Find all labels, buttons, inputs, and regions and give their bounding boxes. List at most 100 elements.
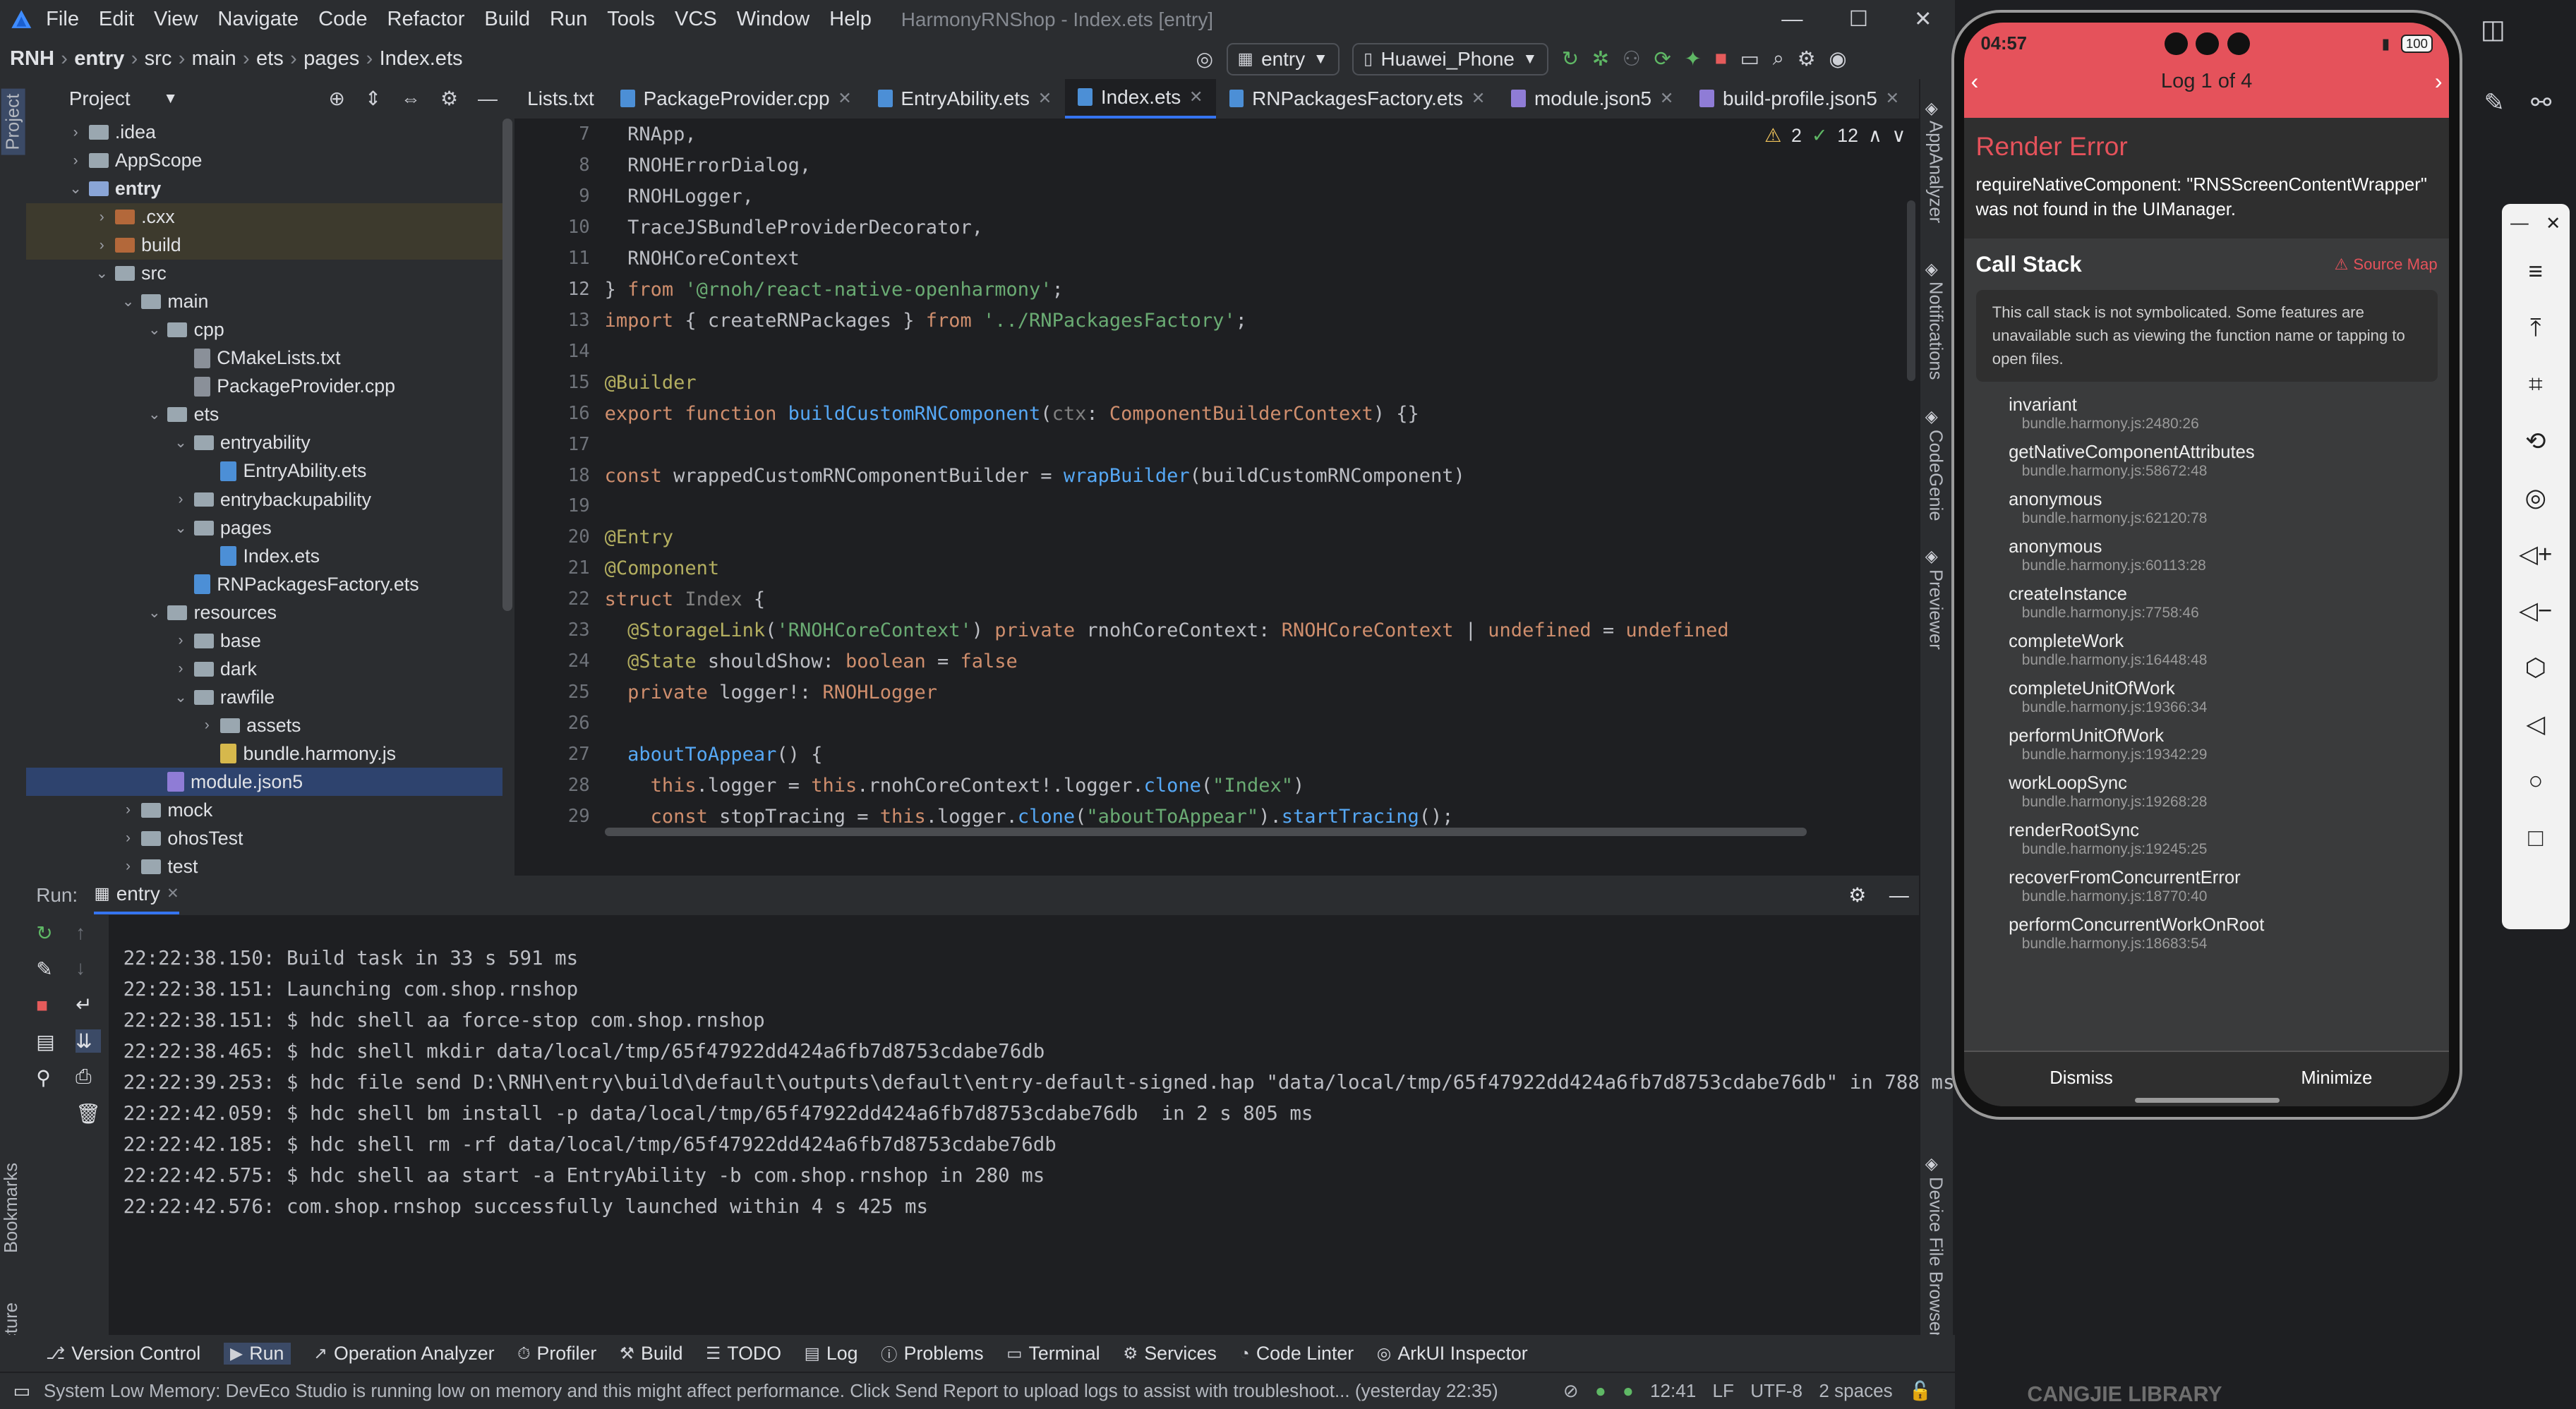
menu-item-view[interactable]: View [154,8,198,31]
chevron-icon[interactable]: › [197,717,217,734]
console-line[interactable]: 22:22:42.575: $ hdc shell aa start -a En… [124,1165,1045,1187]
code-line[interactable]: RNApp, [605,123,697,145]
stop-icon[interactable]: ■ [36,994,54,1017]
tree-item[interactable]: EntryAbility.ets [26,457,502,485]
stack-frame[interactable]: performUnitOfWork bundle.harmony.js:19342… [1981,726,2438,763]
line-number[interactable]: 23 [514,619,590,641]
tree-item[interactable]: › assets [26,711,502,739]
line-number[interactable]: 19 [514,495,590,516]
project-panel-title[interactable]: Project [69,87,131,110]
editor-tab[interactable]: PackageProvider.cpp ✕ [607,79,865,119]
close-emulator-icon[interactable]: ✕ [2546,213,2560,234]
minimize-window-button[interactable]: — [1781,8,1802,32]
editor-tab[interactable]: module.json5 ✕ [1498,79,1687,119]
rerun-icon[interactable]: ↻ [1562,47,1579,71]
code-line[interactable]: aboutToAppear() { [605,744,822,766]
code-line[interactable]: } from '@rnoh/react-native-openharmony'; [605,279,1064,301]
console-line[interactable]: 22:22:42.059: $ hdc shell bm install -p … [124,1103,1313,1125]
tree-item[interactable]: RNPackagesFactory.ets [26,570,502,598]
tree-item[interactable]: › AppScope [26,147,502,175]
close-icon[interactable]: ✕ [1660,89,1674,108]
code-line[interactable]: @Component [605,557,720,579]
next-log-button[interactable]: › [2435,68,2443,95]
run-tab-entry[interactable]: ▦ entry ✕ [94,876,179,915]
line-number[interactable]: 10 [514,217,590,238]
chevron-icon[interactable]: › [119,802,138,818]
line-number[interactable]: 16 [514,403,590,424]
tree-item[interactable]: › base [26,627,502,655]
tree-item[interactable]: ⌄ pages [26,514,502,542]
menu-icon[interactable]: ≡ [2502,243,2569,299]
bottom-tab-arkui-inspector[interactable]: ◎ ArkUI Inspector [1377,1343,1528,1365]
bottom-tab-todo[interactable]: ☰ TODO [706,1343,781,1365]
search-icon[interactable]: ⌕ [1773,47,1784,71]
up-arrow-icon[interactable]: ↑ [76,921,100,944]
stack-frame[interactable]: completeWork bundle.harmony.js:16448:48 [1981,631,2438,669]
line-number[interactable]: 22 [514,588,590,610]
stack-frame[interactable]: workLoopSync bundle.harmony.js:19268:28 [1981,773,2438,811]
tree-item[interactable]: › build [26,231,503,260]
tree-item[interactable]: › .cxx [26,202,503,231]
stack-frame[interactable]: createInstance bundle.harmony.js:7758:46 [1981,584,2438,622]
stack-frame[interactable]: renderRootSync bundle.harmony.js:19245:25 [1981,821,2438,858]
code-line[interactable]: @State shouldShow: boolean = false [605,651,1018,672]
stop-icon[interactable]: ■ [1714,47,1727,71]
chevron-icon[interactable]: ⌄ [171,519,191,537]
minimize-button[interactable]: Minimize [2301,1068,2372,1089]
rotate-icon[interactable]: ⟲ [2502,413,2569,469]
console-line[interactable]: 22:22:38.465: $ hdc shell mkdir data/loc… [124,1041,1045,1063]
stack-frame[interactable]: completeUnitOfWork bundle.harmony.js:1936… [1981,679,2438,716]
no-sync-icon[interactable]: ⊘ [1563,1380,1579,1402]
previous-highlight-icon[interactable]: ∧ [1868,125,1882,147]
home-indicator[interactable] [2135,1098,2280,1103]
gear-icon[interactable]: ⚙ [1848,883,1866,907]
maximize-window-button[interactable]: ☐ [1849,7,1868,32]
close-icon[interactable]: ✕ [838,89,852,108]
bottom-tab-problems[interactable]: ⓘ Problems [881,1341,984,1365]
code-line[interactable]: export function buildCustomRNComponent(c… [605,403,1419,425]
previous-log-button[interactable]: ‹ [1971,68,1979,95]
breadcrumb-item[interactable]: entry [74,47,124,71]
menu-item-run[interactable]: Run [550,8,587,31]
lock-icon[interactable]: 🔓 [1909,1380,1932,1402]
bottom-tab-services[interactable]: ⚙ Services [1123,1343,1217,1365]
tree-item[interactable]: › .idea [26,119,502,147]
chevron-icon[interactable]: › [171,660,191,677]
code-line[interactable]: const stopTracing = this.logger.clone("a… [605,806,1454,828]
tree-item[interactable]: ⌄ ets [26,401,502,429]
device-dropdown[interactable]: ▯ Huawei_Phone ▼ [1352,42,1549,75]
recent-apps-icon[interactable]: □ [2502,809,2569,866]
chevron-icon[interactable]: ⌄ [171,689,191,706]
chevron-down-icon[interactable]: ▼ [163,90,178,107]
breadcrumb-item[interactable]: pages [303,47,359,71]
code-line[interactable]: @Builder [605,372,697,394]
line-number[interactable]: 17 [514,434,590,455]
code-line[interactable]: private logger!: RNOHLogger [605,682,937,703]
chevron-icon[interactable]: › [171,632,191,649]
code-line[interactable]: const wrappedCustomRNComponentBuilder = … [605,465,1465,487]
stack-frame[interactable]: performConcurrentWorkOnRoot bundle.harmon… [1981,915,2438,953]
menu-item-file[interactable]: File [46,8,79,31]
crop-icon[interactable]: ⌗ [2502,356,2569,413]
inspection-widget[interactable]: ⚠ 2 ✓ 12 ∧ ∨ [1764,125,1906,147]
editor-tab[interactable]: Index.ets ✕ [1064,78,1216,119]
stack-frame[interactable]: invariant bundle.harmony.js:2480:26 [1981,395,2438,433]
debug-icon[interactable]: ✲ [1592,47,1609,71]
hide-panel-icon[interactable]: — [478,87,498,110]
file-encoding[interactable]: UTF-8 [1750,1380,1802,1402]
folder-open-icon[interactable]: ▭ [1740,47,1759,71]
code-line[interactable]: TraceJSBundleProviderDecorator, [605,217,983,238]
bottom-tab-log[interactable]: ▤ Log [805,1343,858,1365]
menu-item-code[interactable]: Code [318,8,368,31]
stack-frame[interactable]: anonymous bundle.harmony.js:60113:28 [1981,537,2438,574]
menu-item-vcs[interactable]: VCS [675,8,717,31]
breadcrumb-item[interactable]: RNH [10,47,54,71]
stack-frame[interactable]: recoverFromConcurrentError bundle.harmony… [1981,868,2438,905]
tree-item[interactable]: CMakeLists.txt [26,344,502,373]
volume-down-icon[interactable]: ◁− [2502,583,2569,639]
collapse-all-icon[interactable]: ⇔ [401,87,421,110]
next-highlight-icon[interactable]: ∨ [1892,125,1906,147]
line-number[interactable]: 18 [514,465,590,486]
code-line[interactable]: RNOHCoreContext [605,248,800,270]
tree-item[interactable]: ⌄ entry [26,175,502,203]
